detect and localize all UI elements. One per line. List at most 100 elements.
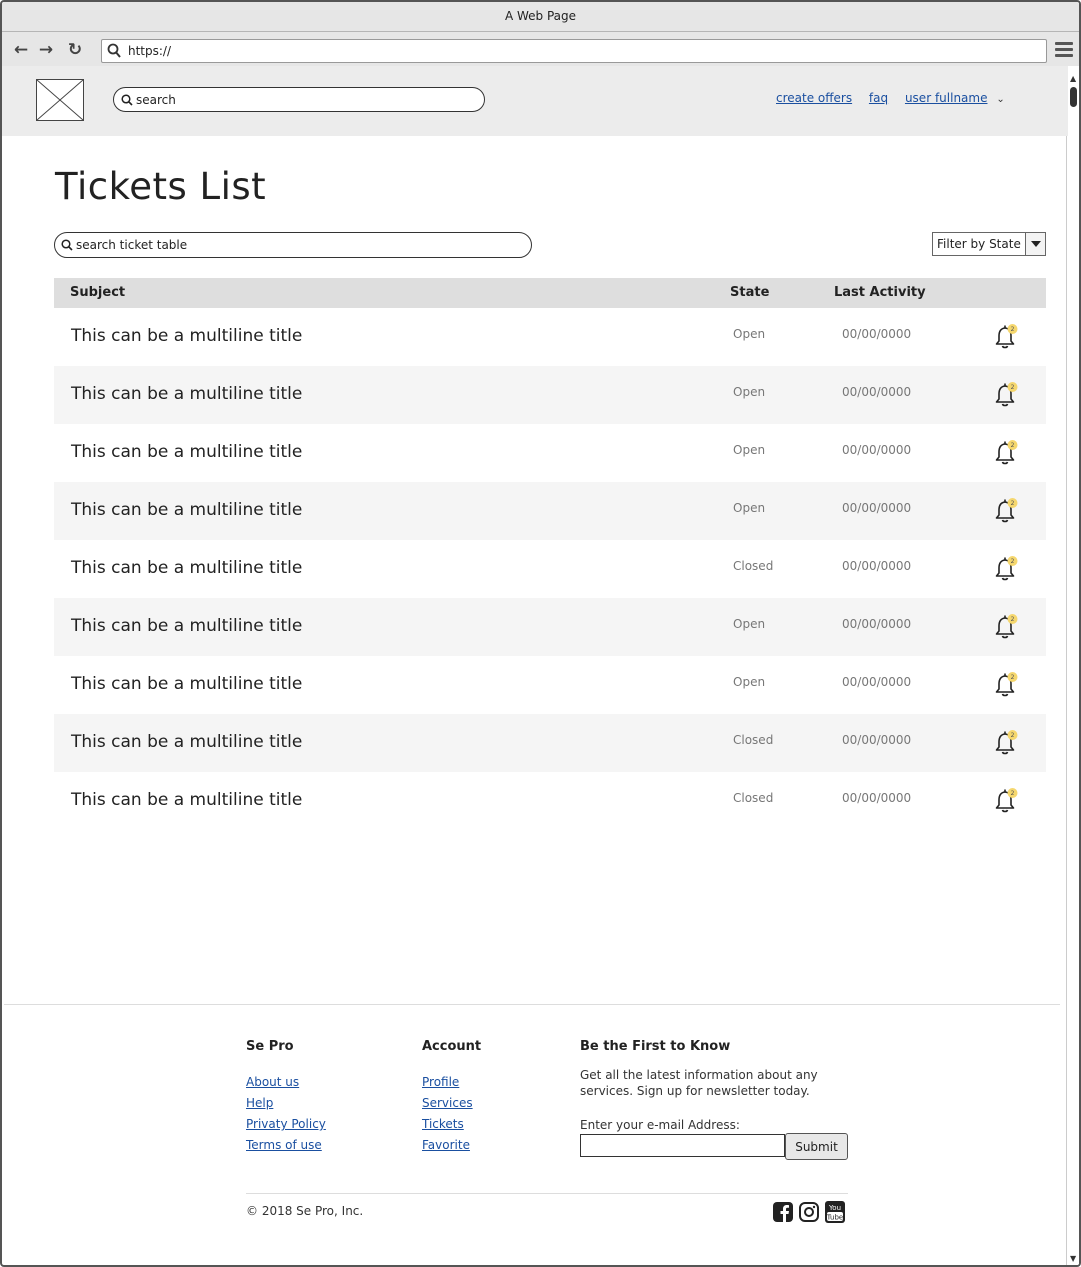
notification-bell-icon[interactable]: 2 xyxy=(992,496,1022,526)
faq-link[interactable]: faq xyxy=(869,91,888,105)
notification-bell-icon[interactable]: 2 xyxy=(992,438,1022,468)
footer-col2-links: Profile Services Tickets Favorite xyxy=(422,1075,473,1159)
copyright-text: © 2018 Se Pro, Inc. xyxy=(246,1204,364,1218)
address-bar[interactable]: https:// xyxy=(101,39,1047,63)
ticket-subject[interactable]: This can be a multiline title xyxy=(71,732,302,752)
chevron-down-icon[interactable]: ⌄ xyxy=(996,94,1004,105)
footer-bottom-divider xyxy=(246,1193,848,1194)
ticket-subject[interactable]: This can be a multiline title xyxy=(71,558,302,578)
favorite-link[interactable]: Favorite xyxy=(422,1138,473,1154)
table-row[interactable]: This can be a multiline title Open 00/00/0… xyxy=(54,482,1046,540)
browser-toolbar: ← → ↻ https:// xyxy=(2,32,1079,66)
facebook-icon[interactable] xyxy=(772,1200,794,1224)
ticket-subject[interactable]: This can be a multiline title xyxy=(71,384,302,404)
ticket-last-activity: 00/00/0000 xyxy=(842,617,912,631)
notification-count: 2 xyxy=(1011,500,1015,507)
notification-count: 2 xyxy=(1011,326,1015,333)
table-header: Subject State Last Activity xyxy=(54,278,1046,308)
notification-bell-icon[interactable]: 2 xyxy=(992,380,1022,410)
column-header-subject[interactable]: Subject xyxy=(70,285,125,300)
notification-count: 2 xyxy=(1011,558,1015,565)
notification-count: 2 xyxy=(1011,384,1015,391)
column-header-state[interactable]: State xyxy=(730,285,769,300)
header-search[interactable] xyxy=(113,87,485,112)
ticket-subject[interactable]: This can be a multiline title xyxy=(71,442,302,462)
table-row[interactable]: This can be a multiline title Open 00/00/0… xyxy=(54,308,1046,366)
page-title: Tickets List xyxy=(55,165,267,208)
svg-text:You: You xyxy=(828,1204,841,1212)
window-title: A Web Page xyxy=(2,2,1079,32)
instagram-icon[interactable] xyxy=(798,1200,820,1224)
ticket-search-input[interactable] xyxy=(76,236,516,254)
about-us-link[interactable]: About us xyxy=(246,1075,326,1091)
ticket-subject[interactable]: This can be a multiline title xyxy=(71,616,302,636)
youtube-icon[interactable]: You Tube xyxy=(824,1200,846,1224)
table-row[interactable]: This can be a multiline title Open 00/00/0… xyxy=(54,598,1046,656)
ticket-subject[interactable]: This can be a multiline title xyxy=(71,790,302,810)
header-nav: create offers faq user fullname ⌄ xyxy=(776,91,1005,105)
notification-bell-icon[interactable]: 2 xyxy=(992,786,1022,816)
table-row[interactable]: This can be a multiline title Closed 00/00… xyxy=(54,714,1046,772)
services-link[interactable]: Services xyxy=(422,1096,473,1112)
footer-col1-title: Se Pro xyxy=(246,1039,294,1054)
ticket-state: Closed xyxy=(733,733,774,747)
notification-bell-icon[interactable]: 2 xyxy=(992,322,1022,352)
footer-col1-links: About us Help Privaty Policy Terms of us… xyxy=(246,1075,326,1159)
ticket-subject[interactable]: This can be a multiline title xyxy=(71,500,302,520)
search-icon xyxy=(121,94,133,106)
ticket-last-activity: 00/00/0000 xyxy=(842,327,912,341)
ticket-subject[interactable]: This can be a multiline title xyxy=(71,674,302,694)
profile-link[interactable]: Profile xyxy=(422,1075,473,1091)
hamburger-menu-icon[interactable] xyxy=(1055,42,1073,58)
header-search-input[interactable] xyxy=(136,91,476,108)
forward-arrow-icon[interactable]: → xyxy=(35,40,57,60)
scroll-down-icon[interactable]: ▼ xyxy=(1070,1254,1076,1263)
tickets-link[interactable]: Tickets xyxy=(422,1117,473,1133)
ticket-state: Open xyxy=(733,327,766,341)
column-header-last-activity[interactable]: Last Activity xyxy=(834,285,926,300)
terms-of-use-link[interactable]: Terms of use xyxy=(246,1138,326,1154)
ticket-state: Closed xyxy=(733,559,774,573)
notification-count: 2 xyxy=(1011,790,1015,797)
ticket-state: Open xyxy=(733,617,766,631)
table-row[interactable]: This can be a multiline title Closed 00/00… xyxy=(54,772,1046,830)
ticket-last-activity: 00/00/0000 xyxy=(842,501,912,515)
site-header: create offers faq user fullname ⌄ xyxy=(2,66,1068,136)
notification-count: 2 xyxy=(1011,442,1015,449)
help-link[interactable]: Help xyxy=(246,1096,326,1112)
table-row[interactable]: This can be a multiline title Open 00/00/0… xyxy=(54,656,1046,714)
notification-bell-icon[interactable]: 2 xyxy=(992,670,1022,700)
scroll-up-icon[interactable]: ▲ xyxy=(1070,74,1076,83)
filter-by-state-select[interactable]: Filter by State xyxy=(932,232,1046,256)
reload-icon[interactable]: ↻ xyxy=(64,40,86,60)
notification-count: 2 xyxy=(1011,732,1015,739)
svg-text:Tube: Tube xyxy=(826,1214,843,1222)
url-text: https:// xyxy=(128,44,172,58)
notification-count: 2 xyxy=(1011,616,1015,623)
notification-bell-icon[interactable]: 2 xyxy=(992,554,1022,584)
notification-bell-icon[interactable]: 2 xyxy=(992,612,1022,642)
submit-button[interactable]: Submit xyxy=(785,1133,848,1160)
vertical-scrollbar[interactable]: ▲ ▼ xyxy=(1066,72,1079,1265)
search-icon xyxy=(61,239,73,251)
ticket-subject[interactable]: This can be a multiline title xyxy=(71,326,302,346)
ticket-state: Open xyxy=(733,385,766,399)
footer-divider xyxy=(4,1004,1060,1005)
dropdown-arrow-icon[interactable] xyxy=(1025,233,1045,255)
privacy-policy-link[interactable]: Privaty Policy xyxy=(246,1117,326,1133)
create-offers-link[interactable]: create offers xyxy=(776,91,852,105)
logo-placeholder-icon[interactable] xyxy=(36,79,84,121)
email-input[interactable] xyxy=(580,1134,785,1157)
ticket-last-activity: 00/00/0000 xyxy=(842,675,912,689)
table-row[interactable]: This can be a multiline title Closed 00/00… xyxy=(54,540,1046,598)
table-row[interactable]: This can be a multiline title Open 00/00/0… xyxy=(54,424,1046,482)
ticket-last-activity: 00/00/0000 xyxy=(842,385,912,399)
table-row[interactable]: This can be a multiline title Open 00/00/0… xyxy=(54,366,1046,424)
ticket-table-search[interactable] xyxy=(54,232,532,258)
notification-bell-icon[interactable]: 2 xyxy=(992,728,1022,758)
ticket-last-activity: 00/00/0000 xyxy=(842,443,912,457)
scroll-thumb[interactable] xyxy=(1070,87,1077,107)
ticket-state: Open xyxy=(733,675,766,689)
user-menu-link[interactable]: user fullname xyxy=(905,91,988,105)
back-arrow-icon[interactable]: ← xyxy=(10,40,32,60)
